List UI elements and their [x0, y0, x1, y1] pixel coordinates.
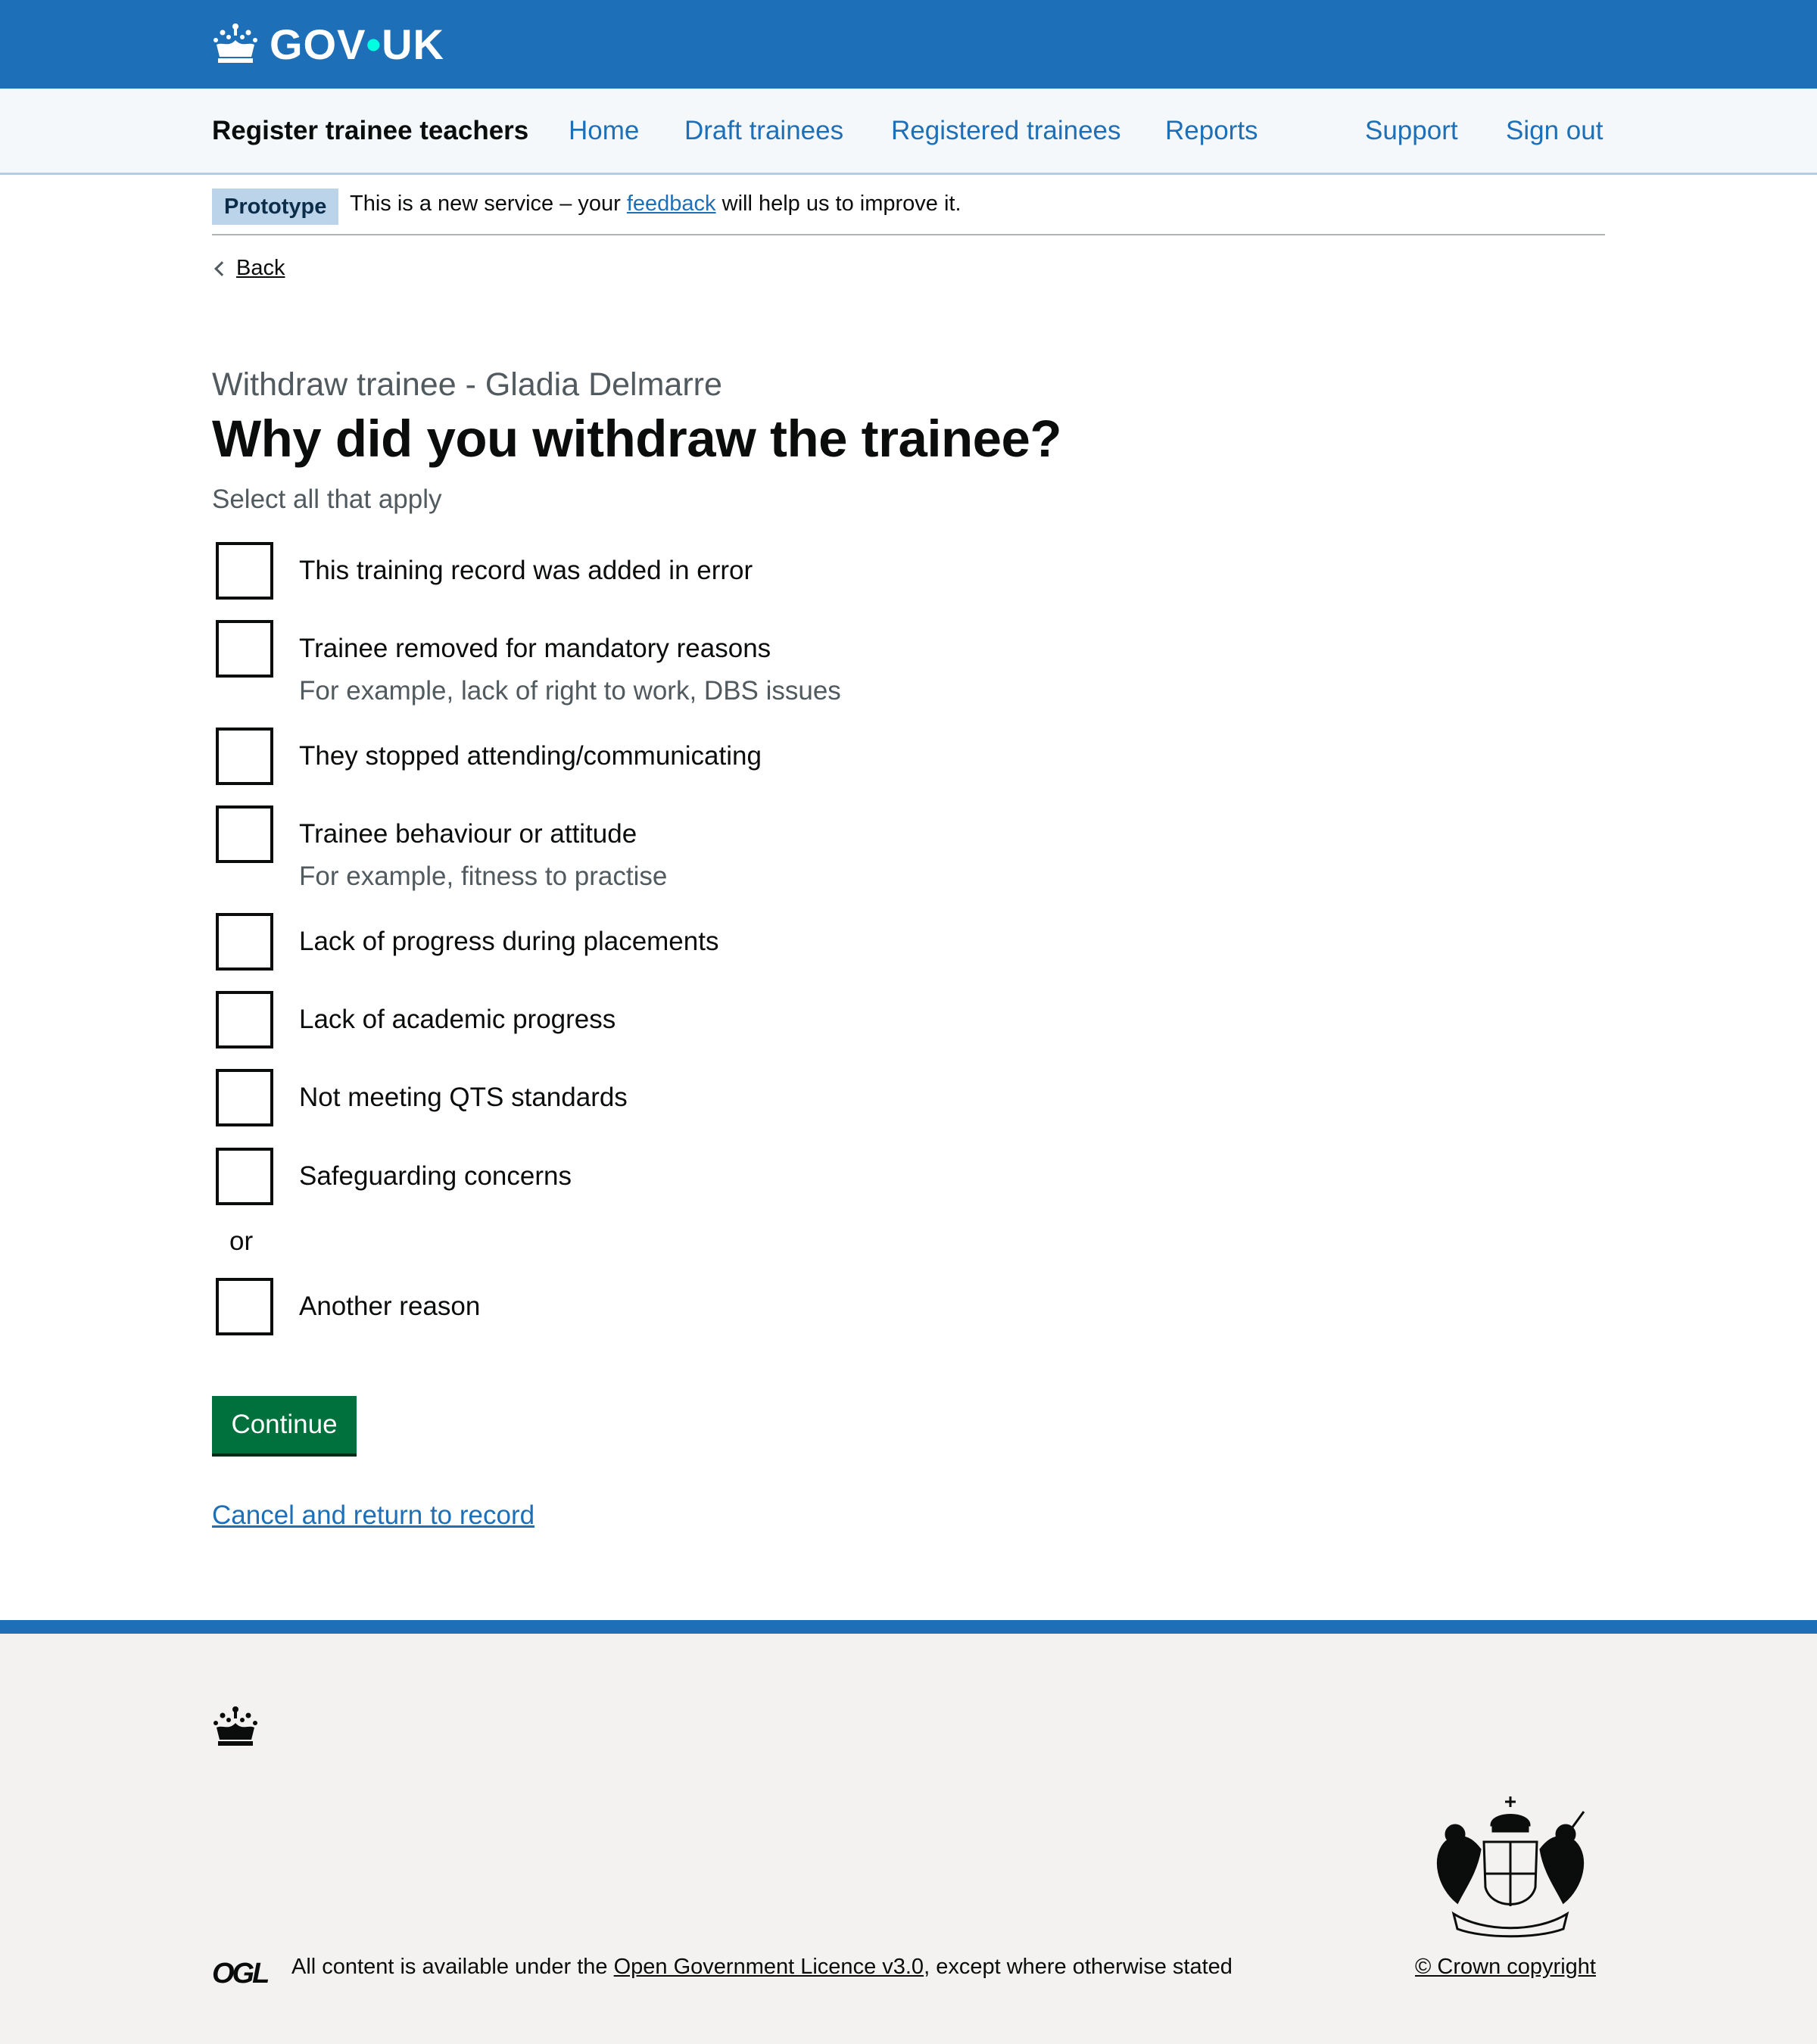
chevron-left-icon	[214, 260, 229, 276]
checkbox-label[interactable]: Another reason	[299, 1292, 480, 1322]
licence-link[interactable]: Open Government Licence v3.0	[614, 1955, 924, 1979]
back-link-label: Back	[236, 256, 285, 280]
checkbox-label[interactable]: They stopped attending/communicating	[299, 741, 762, 771]
ogl-logo: OGL	[212, 1958, 270, 1989]
govuk-logo-link[interactable]: GOV•UK	[212, 17, 444, 71]
footer: OGL All content is available under the O…	[0, 1620, 1817, 2044]
nav-draft-trainees[interactable]: Draft trainees	[684, 116, 843, 146]
phase-banner: Prototype This is a new service – your f…	[212, 175, 1605, 235]
question-hint: Select all that apply	[212, 485, 442, 514]
phase-tag: Prototype	[212, 189, 339, 225]
crown-copyright-link[interactable]: © Crown copyright	[1415, 1955, 1596, 1980]
page-title: Why did you withdraw the trainee?	[212, 410, 1062, 468]
nav-support[interactable]: Support	[1365, 116, 1458, 146]
checkbox[interactable]	[216, 620, 273, 678]
checkbox-label[interactable]: Not meeting QTS standards	[299, 1083, 628, 1113]
checkbox-hint: For example, fitness to practise	[299, 862, 668, 891]
checkbox[interactable]	[216, 991, 273, 1048]
royal-coat-of-arms-icon	[1436, 1796, 1585, 1938]
nav-sign-out[interactable]: Sign out	[1506, 116, 1603, 146]
checkbox-label[interactable]: This training record was added in error	[299, 556, 753, 586]
back-link[interactable]: Back	[212, 256, 285, 281]
checkbox-label[interactable]: Lack of progress during placements	[299, 927, 718, 957]
service-name[interactable]: Register trainee teachers	[212, 116, 528, 146]
checkbox[interactable]	[216, 728, 273, 785]
crown-icon	[213, 23, 257, 63]
service-navigation: Register trainee teachers Home Draft tra…	[0, 89, 1817, 175]
checkbox-label[interactable]: Lack of academic progress	[299, 1005, 616, 1035]
continue-button[interactable]: Continue	[212, 1396, 357, 1454]
feedback-link[interactable]: feedback	[627, 192, 716, 216]
checkbox[interactable]	[216, 542, 273, 600]
checkbox[interactable]	[216, 913, 273, 971]
checkbox-divider: or	[229, 1226, 254, 1256]
nav-home[interactable]: Home	[569, 116, 639, 146]
checkbox-label[interactable]: Safeguarding concerns	[299, 1161, 572, 1192]
licence-text: All content is available under the Open …	[291, 1955, 1233, 1979]
checkbox-label[interactable]: Trainee behaviour or attitude	[299, 819, 637, 849]
checkbox[interactable]	[216, 1148, 273, 1205]
cancel-link[interactable]: Cancel and return to record	[212, 1500, 535, 1531]
checkbox[interactable]	[216, 1069, 273, 1126]
checkbox-hint: For example, lack of right to work, DBS …	[299, 676, 841, 706]
page-caption: Withdraw trainee - Gladia Delmarre	[212, 366, 722, 403]
checkbox[interactable]	[216, 805, 273, 863]
nav-reports[interactable]: Reports	[1165, 116, 1258, 146]
govuk-logo-text: GOV•UK	[270, 20, 444, 68]
govuk-header: GOV•UK	[0, 0, 1817, 89]
phase-banner-text: This is a new service – your feedback wi…	[350, 192, 961, 216]
checkbox-label[interactable]: Trainee removed for mandatory reasons	[299, 634, 771, 664]
crown-icon	[213, 1706, 257, 1746]
nav-registered-trainees[interactable]: Registered trainees	[891, 116, 1121, 146]
checkbox[interactable]	[216, 1278, 273, 1335]
